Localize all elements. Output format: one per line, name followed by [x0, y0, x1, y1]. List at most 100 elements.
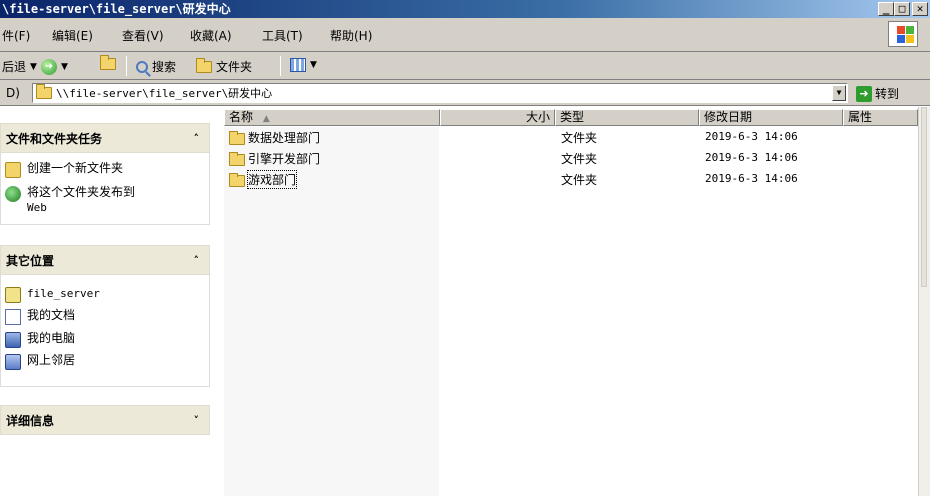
- sort-ascending-icon: ▲: [262, 114, 270, 124]
- chevron-down-icon: ▼: [310, 60, 317, 70]
- menu-help[interactable]: 帮助(H): [330, 27, 372, 44]
- up-folder-icon: [100, 55, 116, 70]
- details-header[interactable]: 详细信息 ˅: [0, 405, 210, 435]
- file-name: 引擎开发部门: [248, 152, 321, 166]
- forward-arrow-icon[interactable]: ➜: [40, 58, 57, 75]
- file-list: 名称 ▲ 大小 类型 修改日期 属性 数据处理部门 文件夹 2019-6-3 1…: [224, 107, 918, 496]
- file-name-cell[interactable]: 数据处理部门: [229, 129, 320, 146]
- expand-chevron-icon[interactable]: ˅: [194, 406, 200, 436]
- file-modified: 2019-6-3 14:06: [705, 172, 798, 185]
- menu-view[interactable]: 查看(V): [122, 27, 164, 44]
- column-size-label: 大小: [525, 110, 550, 124]
- file-name-cell[interactable]: 引擎开发部门: [229, 150, 320, 167]
- place-label: 我的文档: [27, 308, 76, 322]
- back-button[interactable]: 后退 ▼ ➜ ▼: [2, 58, 68, 75]
- server-folder-icon: [5, 287, 21, 303]
- folder-icon: [36, 84, 52, 99]
- file-tasks-body: 创建一个新文件夹 将这个文件夹发布到 Web: [0, 153, 210, 225]
- close-button[interactable]: ✕: [912, 2, 928, 16]
- details-title: 详细信息: [6, 414, 55, 428]
- task-label-web: Web: [27, 201, 47, 214]
- place-my-documents[interactable]: 我的文档: [5, 308, 75, 325]
- views-icon: [290, 58, 306, 72]
- title-bar[interactable]: \file-server\file_server\研发中心 _ □ ✕: [0, 0, 930, 18]
- task-label: 将这个文件夹发布到: [27, 185, 136, 199]
- place-file-server[interactable]: file_server: [5, 286, 100, 303]
- place-label: 网上邻居: [27, 353, 76, 367]
- column-header-attributes[interactable]: 属性: [843, 109, 918, 126]
- folders-button[interactable]: 文件夹: [196, 57, 253, 75]
- maximize-button[interactable]: □: [894, 2, 910, 16]
- address-dropdown-button[interactable]: ▼: [832, 85, 846, 101]
- file-row[interactable]: 游戏部门 文件夹 2019-6-3 14:06: [224, 170, 918, 189]
- address-input[interactable]: \\file-server\file_server\研发中心 ▼: [32, 83, 848, 103]
- collapse-chevron-icon[interactable]: ˄: [194, 124, 200, 154]
- menu-favorites[interactable]: 收藏(A): [190, 27, 232, 44]
- up-folder-button[interactable]: [100, 55, 116, 70]
- chevron-down-icon[interactable]: ▼: [30, 62, 37, 72]
- column-header-type[interactable]: 类型: [555, 109, 699, 126]
- file-name-cell[interactable]: 游戏部门: [229, 170, 298, 189]
- collapse-chevron-icon[interactable]: ˄: [194, 246, 200, 276]
- search-label: 搜索: [152, 60, 177, 74]
- column-name-label: 名称: [229, 110, 254, 124]
- task-publish-web[interactable]: 将这个文件夹发布到 Web: [5, 185, 135, 215]
- window-controls: _ □ ✕: [878, 2, 928, 16]
- back-label: 后退: [2, 60, 27, 74]
- place-label: file_server: [27, 287, 100, 300]
- minimize-button[interactable]: _: [878, 2, 894, 16]
- column-header-name[interactable]: 名称 ▲: [224, 109, 440, 126]
- menu-file[interactable]: 件(F): [2, 27, 30, 44]
- folder-icon: [196, 57, 212, 73]
- file-type: 文件夹: [561, 173, 598, 187]
- new-folder-icon: [5, 162, 21, 178]
- chevron-down-icon[interactable]: ▼: [61, 62, 68, 72]
- go-label: 转到: [875, 87, 900, 101]
- other-places-header[interactable]: 其它位置 ˄: [0, 245, 210, 275]
- file-row[interactable]: 数据处理部门 文件夹 2019-6-3 14:06: [224, 128, 918, 146]
- column-modified-label: 修改日期: [704, 110, 753, 124]
- folder-icon: [229, 152, 245, 166]
- column-attributes-label: 属性: [848, 110, 873, 124]
- other-places-title: 其它位置: [6, 254, 55, 268]
- file-type: 文件夹: [561, 152, 598, 166]
- toolbar-separator: [126, 56, 127, 76]
- task-pane: 文件和文件夹任务 ˄ 创建一个新文件夹 将这个文件夹发布到 Web 其它位置 ˄: [0, 107, 224, 496]
- address-path: \\file-server\file_server\研发中心: [56, 87, 273, 100]
- windows-logo-icon: [888, 21, 918, 47]
- folder-icon: [229, 131, 245, 145]
- vertical-scrollbar[interactable]: [918, 107, 930, 496]
- address-label: D): [6, 86, 20, 100]
- other-places-body: file_server 我的文档 我的电脑 网上邻居: [0, 275, 210, 387]
- column-header-size[interactable]: 大小: [440, 109, 555, 126]
- go-arrow-icon: ➜: [856, 85, 872, 102]
- column-header-modified[interactable]: 修改日期: [699, 109, 843, 126]
- file-row[interactable]: 引擎开发部门 文件夹 2019-6-3 14:06: [224, 149, 918, 167]
- menu-edit[interactable]: 编辑(E): [52, 27, 93, 44]
- globe-icon: [5, 186, 21, 202]
- search-button[interactable]: 搜索: [136, 58, 176, 75]
- search-icon: [136, 60, 148, 73]
- place-my-computer[interactable]: 我的电脑: [5, 331, 75, 348]
- task-label: 创建一个新文件夹: [27, 161, 124, 175]
- views-button[interactable]: ▼: [290, 58, 317, 72]
- network-icon: [5, 354, 21, 370]
- folder-icon: [229, 173, 245, 187]
- computer-icon: [5, 332, 21, 348]
- file-modified: 2019-6-3 14:06: [705, 130, 798, 143]
- documents-icon: [5, 309, 21, 325]
- scrollbar-thumb[interactable]: [921, 107, 927, 287]
- file-tasks-title: 文件和文件夹任务: [6, 132, 103, 146]
- file-name: 数据处理部门: [248, 131, 321, 145]
- place-network[interactable]: 网上邻居: [5, 353, 75, 370]
- menu-tools[interactable]: 工具(T): [262, 27, 303, 44]
- file-modified: 2019-6-3 14:06: [705, 151, 798, 164]
- folders-label: 文件夹: [216, 60, 253, 74]
- file-tasks-header[interactable]: 文件和文件夹任务 ˄: [0, 123, 210, 153]
- place-label: 我的电脑: [27, 331, 76, 345]
- standard-toolbar: 后退 ▼ ➜ ▼ 搜索 文件夹 ▼: [0, 52, 930, 80]
- address-bar: D) \\file-server\file_server\研发中心 ▼ ➜ 转到: [0, 80, 930, 106]
- go-button[interactable]: ➜ 转到: [856, 85, 899, 102]
- task-new-folder[interactable]: 创建一个新文件夹: [5, 161, 123, 178]
- file-type: 文件夹: [561, 131, 598, 145]
